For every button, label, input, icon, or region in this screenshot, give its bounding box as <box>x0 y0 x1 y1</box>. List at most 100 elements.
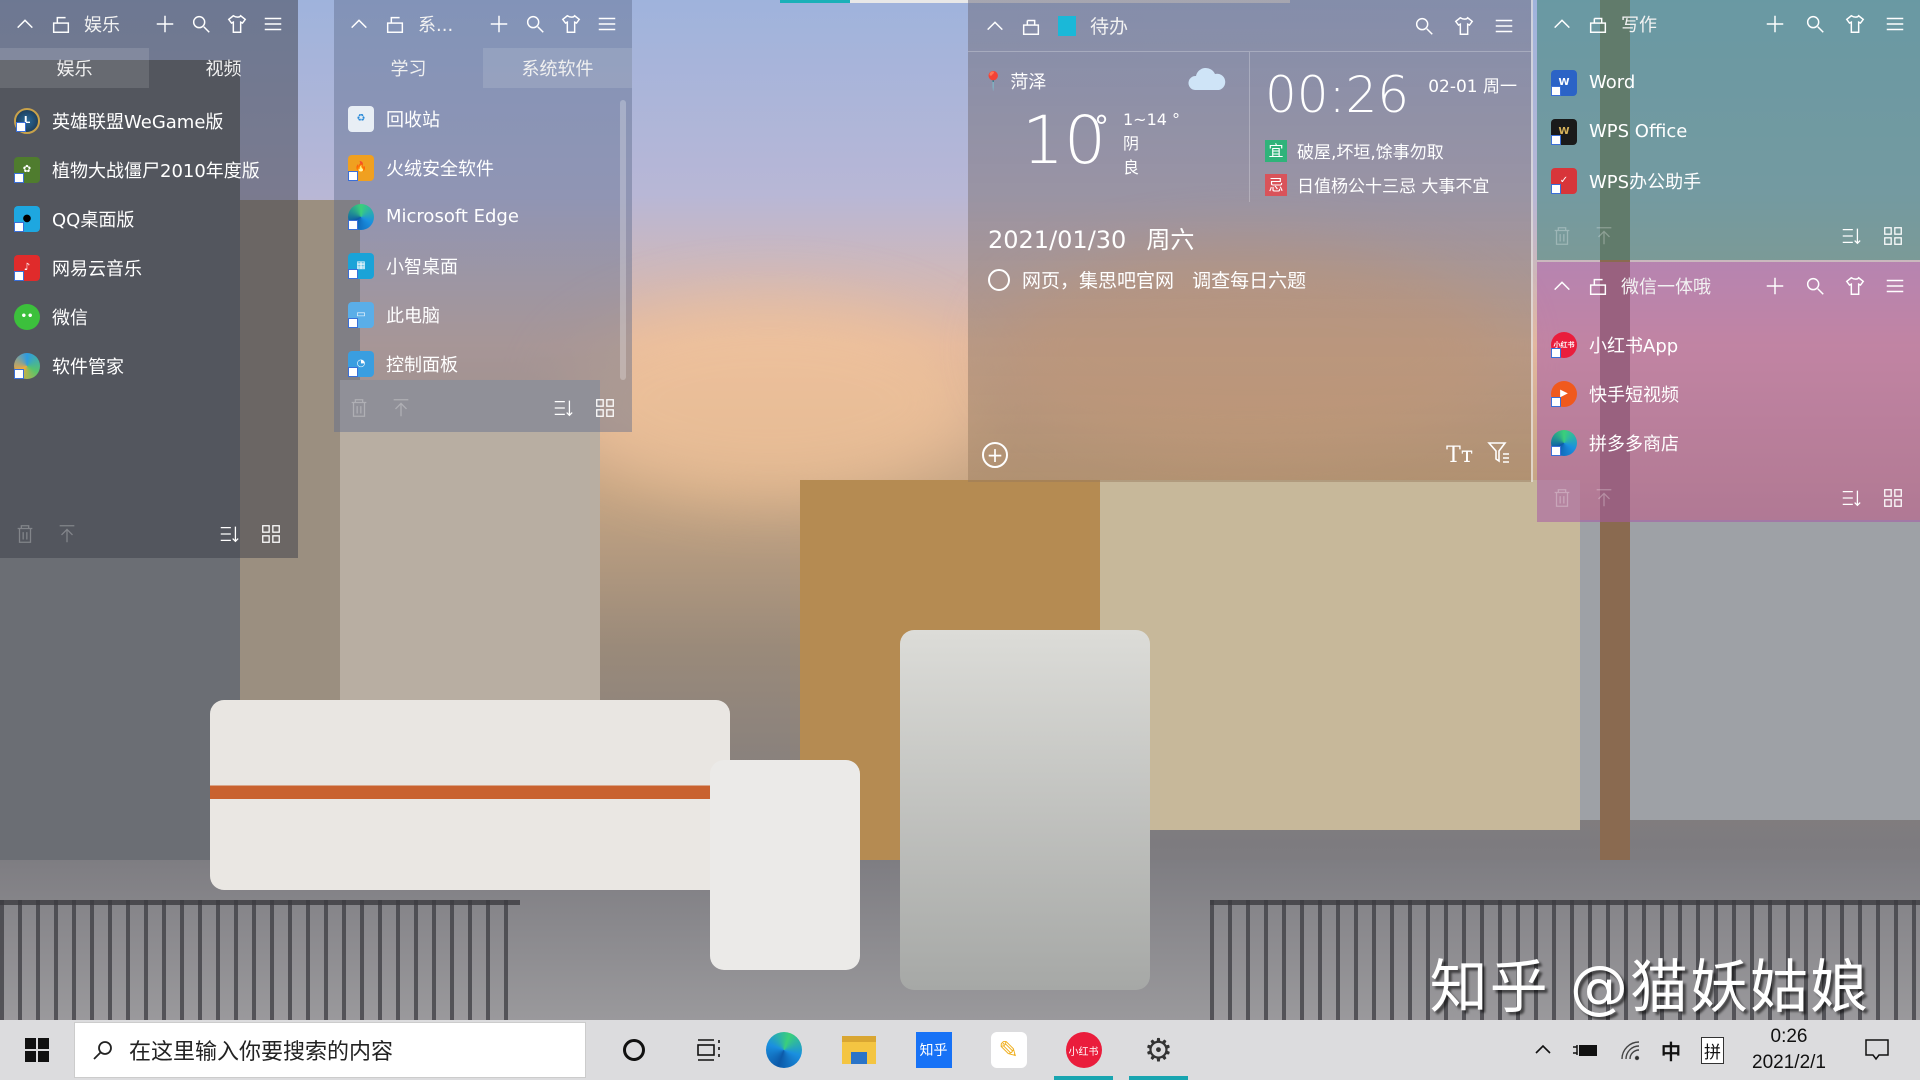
taskbar-app-edge[interactable] <box>746 1020 821 1080</box>
menu-icon[interactable] <box>594 11 620 37</box>
tab-entertainment[interactable]: 娱乐 <box>0 48 149 88</box>
wifi-icon[interactable] <box>1619 1039 1641 1061</box>
tab-system-software[interactable]: 系统软件 <box>483 48 632 88</box>
taskbar-app-zhihu[interactable]: 知乎 <box>896 1020 971 1080</box>
search-icon[interactable] <box>1411 13 1437 39</box>
filter-icon[interactable] <box>1487 440 1511 468</box>
menu-icon[interactable] <box>260 11 286 37</box>
start-button[interactable] <box>0 1020 74 1080</box>
sort-icon[interactable] <box>1840 487 1864 511</box>
delete-icon[interactable] <box>1551 487 1575 511</box>
list-item[interactable]: ♪ 网易云音乐 <box>0 243 298 292</box>
search-icon[interactable] <box>188 11 214 37</box>
sort-icon[interactable] <box>1840 225 1864 249</box>
panel-title[interactable]: 娱乐 <box>84 11 152 37</box>
cortana-button[interactable] <box>596 1020 671 1080</box>
list-item[interactable]: ▭ 此电脑 <box>334 290 632 339</box>
list-item[interactable]: W WPS Office <box>1537 107 1920 156</box>
sort-icon[interactable] <box>218 523 242 547</box>
theme-shirt-icon[interactable] <box>558 11 584 37</box>
menu-icon[interactable] <box>1491 13 1517 39</box>
font-size-icon[interactable]: Tт <box>1446 443 1473 468</box>
taskbar-app-file-explorer[interactable] <box>821 1020 896 1080</box>
list-item[interactable]: ♻ 回收站 <box>334 94 632 143</box>
tab-video[interactable]: 视频 <box>149 48 298 88</box>
gear-icon: ⚙ <box>1144 1032 1173 1068</box>
taskbar-clock[interactable]: 0:26 2021/2/1 <box>1752 1024 1826 1076</box>
theme-shirt-icon[interactable] <box>1451 13 1477 39</box>
add-icon[interactable] <box>1762 273 1788 299</box>
list-item[interactable]: Microsoft Edge <box>334 192 632 241</box>
grid-view-icon[interactable] <box>1882 225 1906 249</box>
add-icon[interactable] <box>152 11 178 37</box>
collapse-icon[interactable] <box>1549 273 1575 299</box>
collapse-icon[interactable] <box>346 11 372 37</box>
todo-item[interactable]: 网页，集思吧官网 调查每日六题 <box>988 266 1306 293</box>
theme-shirt-icon[interactable] <box>1842 273 1868 299</box>
panel-tabs: 娱乐 视频 <box>0 48 298 88</box>
list-item[interactable]: ✓ WPS办公助手 <box>1537 156 1920 205</box>
theme-shirt-icon[interactable] <box>1842 11 1868 37</box>
menu-icon[interactable] <box>1882 273 1908 299</box>
menu-icon[interactable] <box>1882 11 1908 37</box>
grid-view-icon[interactable] <box>260 523 284 547</box>
pin-top-icon[interactable] <box>1593 487 1617 511</box>
panel-title[interactable]: 系... <box>418 11 486 37</box>
taskbar-app-xiaohongshu[interactable]: 小红书 <box>1046 1020 1121 1080</box>
delete-icon[interactable] <box>14 523 38 547</box>
grid-view-icon[interactable] <box>594 397 618 421</box>
todo-checkbox[interactable] <box>988 268 1010 291</box>
list-item[interactable]: 小红书 小红书App <box>1537 320 1920 369</box>
collapse-icon[interactable] <box>982 13 1008 39</box>
taskbar-app-settings[interactable]: ⚙ <box>1121 1020 1196 1080</box>
xiaohongshu-icon: 小红书 <box>1065 1032 1102 1068</box>
add-icon[interactable] <box>1762 11 1788 37</box>
theme-shirt-icon[interactable] <box>224 11 250 37</box>
search-icon[interactable] <box>1802 11 1828 37</box>
list-item[interactable]: L 英雄联盟WeGame版 <box>0 96 298 145</box>
scrollbar[interactable] <box>620 100 626 380</box>
taskbar-search-box[interactable]: 在这里输入你要搜索的内容 <box>74 1022 586 1078</box>
collapse-icon[interactable] <box>1549 11 1575 37</box>
lock-icon[interactable] <box>1585 273 1611 299</box>
show-hidden-icons-chevron[interactable] <box>1533 1040 1553 1060</box>
task-view-button[interactable] <box>671 1020 746 1080</box>
action-center-icon[interactable] <box>1864 1038 1890 1062</box>
add-todo-button[interactable]: + <box>982 442 1008 468</box>
list-item[interactable]: W Word <box>1537 58 1920 107</box>
ime-name-indicator[interactable]: 拼 <box>1701 1036 1725 1064</box>
battery-icon[interactable] <box>1573 1041 1599 1059</box>
sort-icon[interactable] <box>552 397 576 421</box>
tab-study[interactable]: 学习 <box>334 48 483 88</box>
list-item[interactable]: ✿ 植物大战僵尸2010年度版 <box>0 145 298 194</box>
pin-top-icon[interactable] <box>390 397 414 421</box>
pin-top-icon[interactable] <box>56 523 80 547</box>
list-item[interactable]: ● QQ桌面版 <box>0 194 298 243</box>
search-icon[interactable] <box>522 11 548 37</box>
list-item[interactable]: ◔ 控制面板 <box>334 339 632 388</box>
add-icon[interactable] <box>486 11 512 37</box>
pin-top-icon[interactable] <box>1593 225 1617 249</box>
lock-icon[interactable] <box>1585 11 1611 37</box>
delete-icon[interactable] <box>348 397 372 421</box>
list-item[interactable]: ▶ 快手短视频 <box>1537 369 1920 418</box>
list-item[interactable]: •• 微信 <box>0 292 298 341</box>
collapse-icon[interactable] <box>12 11 38 37</box>
ime-mode-indicator[interactable]: 中 <box>1661 1036 1681 1065</box>
search-icon[interactable] <box>1802 273 1828 299</box>
item-label: 此电脑 <box>386 305 440 327</box>
delete-icon[interactable] <box>1551 225 1575 249</box>
weather-card[interactable]: 📍 菏泽 10 ° 1~14 ° 阴 良 <box>968 52 1250 202</box>
taskbar-app-feather[interactable]: ✎ <box>971 1020 1046 1080</box>
grid-view-icon[interactable] <box>1882 487 1906 511</box>
taskbar: 在这里输入你要搜索的内容 知乎 ✎ 小红书 ⚙ 中 拼 0:26 2021/2/… <box>0 1020 1920 1080</box>
list-item[interactable]: 拼多多商店 <box>1537 418 1920 467</box>
list-item[interactable]: ▦ 小智桌面 <box>334 241 632 290</box>
lock-icon[interactable] <box>382 11 408 37</box>
panel-title[interactable]: 写作 <box>1621 11 1762 37</box>
list-item[interactable]: 🔥 火绒安全软件 <box>334 143 632 192</box>
panel-title[interactable]: 微信一体哦 <box>1621 273 1762 299</box>
list-item[interactable]: 软件管家 <box>0 341 298 390</box>
lock-icon[interactable] <box>48 11 74 37</box>
lock-icon[interactable] <box>1018 13 1044 39</box>
